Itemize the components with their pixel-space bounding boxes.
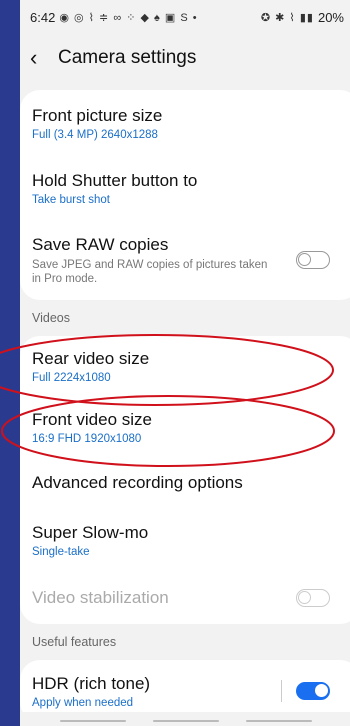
front-video-size-value: 16:9 FHD 1920x1080 <box>32 432 142 445</box>
front-video-size-item[interactable]: Front video size 16:9 FHD 1920x1080 <box>20 396 350 458</box>
phone-screen: 6:42 ◉ ◎ ⌇ ≑ ∞ ⁘ ◆ ♠ ▣ S • ✪ ✱ ⌇ ▮▮ 20% … <box>20 0 350 726</box>
save-raw-toggle[interactable] <box>296 251 330 269</box>
battery-level: 20% <box>317 9 344 25</box>
rear-video-size-value: Full 2224x1080 <box>32 371 111 384</box>
super-slow-mo-label: Super Slow-mo <box>32 522 149 542</box>
picture-settings-card: Front picture size Full (3.4 MP) 2640x12… <box>20 90 350 300</box>
hold-shutter-item[interactable]: Hold Shutter button to Take burst shot <box>20 156 350 220</box>
save-raw-item[interactable]: Save RAW copies Save JPEG and RAW copies… <box>20 220 350 300</box>
save-raw-description: Save JPEG and RAW copies of pictures tak… <box>32 258 268 285</box>
gesture-nav-bar <box>20 712 350 726</box>
advanced-recording-item[interactable]: Advanced recording options <box>20 458 350 508</box>
super-slow-mo-item[interactable]: Super Slow-mo Single-take <box>20 508 350 572</box>
section-header-videos: Videos <box>32 311 70 325</box>
app-bar: ‹ Camera settings <box>20 34 350 82</box>
rear-video-size-label: Rear video size <box>32 348 150 368</box>
video-settings-card: Rear video size Full 2224x1080 Front vid… <box>20 336 350 624</box>
nav-recents-hint[interactable] <box>60 720 126 722</box>
front-picture-size-item[interactable]: Front picture size Full (3.4 MP) 2640x12… <box>20 90 350 156</box>
nav-home-hint[interactable] <box>153 720 219 722</box>
front-picture-size-value: Full (3.4 MP) 2640x1288 <box>32 128 158 141</box>
hold-shutter-value: Take burst shot <box>32 193 110 206</box>
signal-icons: ✪ ✱ ⌇ ▮▮ <box>260 11 314 24</box>
front-picture-size-label: Front picture size <box>32 105 163 125</box>
rear-video-size-item[interactable]: Rear video size Full 2224x1080 <box>20 336 350 396</box>
video-stabilization-toggle <box>296 589 330 607</box>
super-slow-mo-value: Single-take <box>32 545 90 558</box>
hdr-toggle[interactable] <box>296 682 330 700</box>
page-title: Camera settings <box>58 47 197 68</box>
notification-icons: ◉ ◎ ⌇ ≑ ∞ ⁘ ◆ ♠ ▣ S • <box>59 11 198 24</box>
back-arrow-icon[interactable]: ‹ <box>30 45 58 71</box>
hold-shutter-label: Hold Shutter button to <box>32 170 198 190</box>
front-video-size-label: Front video size <box>32 409 152 429</box>
status-bar: 6:42 ◉ ◎ ⌇ ≑ ∞ ⁘ ◆ ♠ ▣ S • ✪ ✱ ⌇ ▮▮ 20% <box>20 0 350 34</box>
advanced-recording-label: Advanced recording options <box>32 473 243 492</box>
video-stabilization-item: Video stabilization <box>20 572 350 624</box>
status-time: 6:42 <box>30 9 56 25</box>
section-header-useful: Useful features <box>32 635 117 649</box>
nav-back-hint[interactable] <box>246 720 312 722</box>
hdr-divider <box>281 680 282 702</box>
